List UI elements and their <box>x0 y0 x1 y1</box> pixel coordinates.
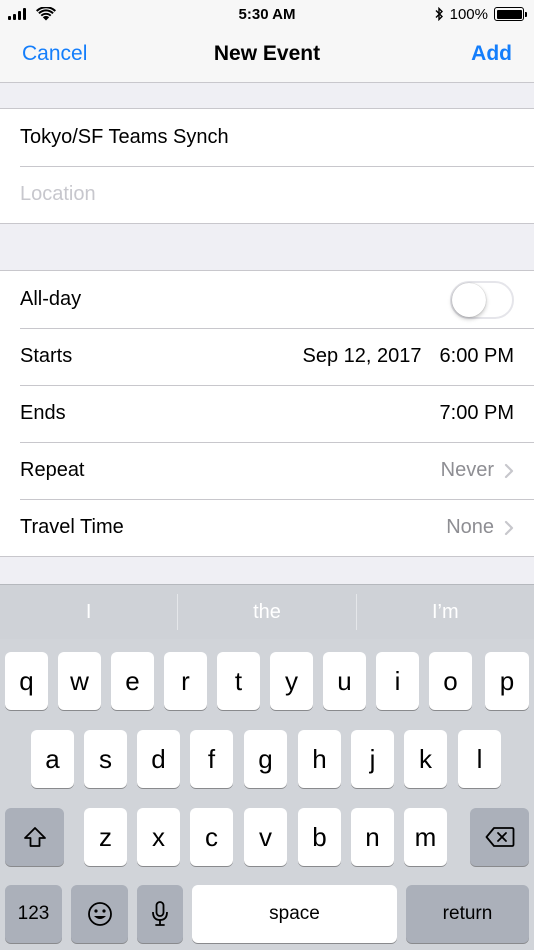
dictation-key[interactable] <box>137 885 183 943</box>
key-s[interactable]: s <box>84 730 127 788</box>
repeat-row[interactable]: Repeat Never <box>0 442 534 499</box>
travel-time-row[interactable]: Travel Time None <box>0 499 534 556</box>
all-day-label: All-day <box>20 288 82 310</box>
nav-bar: Cancel New Event Add <box>0 28 534 83</box>
shift-arrow-icon <box>23 827 46 847</box>
bluetooth-icon <box>435 7 443 21</box>
key-c[interactable]: c <box>190 808 233 866</box>
ends-value: 7:00 PM <box>440 402 514 425</box>
suggestion-3[interactable]: I’m <box>355 594 534 630</box>
battery-level-fill <box>496 9 522 19</box>
location-field[interactable]: Location <box>0 166 534 223</box>
ends-time: 7:00 PM <box>439 402 514 424</box>
key-a[interactable]: a <box>31 730 74 788</box>
battery-icon <box>494 7 527 21</box>
return-key[interactable]: return <box>406 885 529 943</box>
key-j[interactable]: j <box>351 730 394 788</box>
signal-strength-icon <box>8 8 26 20</box>
location-field-placeholder: Location <box>20 183 96 205</box>
key-t[interactable]: t <box>217 652 260 710</box>
key-x[interactable]: x <box>137 808 180 866</box>
microphone-icon <box>152 901 168 926</box>
travel-time-label: Travel Time <box>20 516 124 538</box>
delete-key[interactable] <box>470 808 529 866</box>
chevron-right-icon <box>504 463 514 478</box>
key-w[interactable]: w <box>58 652 101 710</box>
starts-time: 6:00 PM <box>439 345 514 367</box>
key-h[interactable]: h <box>298 730 341 788</box>
backspace-icon <box>485 827 514 847</box>
emoji-icon <box>87 902 112 926</box>
event-details-group: All-day Starts Sep 12, 2017 6:00 PM Ends… <box>0 270 534 557</box>
key-y[interactable]: y <box>270 652 313 710</box>
chevron-right-icon <box>504 520 514 535</box>
title-field-value: Tokyo/SF Teams Synch <box>20 126 229 148</box>
toggle-knob <box>452 282 486 317</box>
cancel-button[interactable]: Cancel <box>22 42 87 66</box>
numbers-key[interactable]: 123 <box>5 885 62 943</box>
key-v[interactable]: v <box>244 808 287 866</box>
shift-key[interactable] <box>5 808 64 866</box>
event-title-group: Tokyo/SF Teams Synch Location <box>0 108 534 224</box>
key-p[interactable]: p <box>485 652 529 710</box>
key-d[interactable]: d <box>137 730 180 788</box>
starts-row[interactable]: Starts Sep 12, 2017 6:00 PM <box>0 328 534 385</box>
emoji-key[interactable] <box>71 885 128 943</box>
battery-percent: 100% <box>449 5 488 23</box>
key-u[interactable]: u <box>323 652 366 710</box>
wifi-icon <box>36 7 56 21</box>
key-n[interactable]: n <box>351 808 394 866</box>
ends-row[interactable]: Ends 7:00 PM <box>0 385 534 442</box>
travel-time-value: None <box>446 516 494 538</box>
key-r[interactable]: r <box>164 652 207 710</box>
predictive-bar: I the I’m <box>0 585 534 639</box>
suggestion-1[interactable]: I <box>0 594 177 630</box>
all-day-toggle[interactable] <box>450 280 514 319</box>
key-e[interactable]: e <box>111 652 154 710</box>
repeat-label: Repeat <box>20 459 85 481</box>
status-bar: 5:30 AM 100% <box>0 0 534 28</box>
all-day-row: All-day <box>0 271 534 328</box>
starts-date: Sep 12, 2017 <box>302 345 422 367</box>
key-f[interactable]: f <box>190 730 233 788</box>
key-l[interactable]: l <box>458 730 501 788</box>
repeat-value: Never <box>440 459 494 481</box>
title-field[interactable]: Tokyo/SF Teams Synch <box>0 109 534 166</box>
key-z[interactable]: z <box>84 808 127 866</box>
key-b[interactable]: b <box>298 808 341 866</box>
ends-label: Ends <box>20 402 66 424</box>
starts-label: Starts <box>20 345 73 367</box>
status-left <box>8 7 56 21</box>
key-q[interactable]: q <box>5 652 48 710</box>
key-i[interactable]: i <box>376 652 419 710</box>
add-button[interactable]: Add <box>471 42 512 66</box>
key-m[interactable]: m <box>404 808 447 866</box>
key-o[interactable]: o <box>429 652 472 710</box>
space-key[interactable]: space <box>192 885 397 943</box>
status-right: 100% <box>434 5 527 23</box>
suggestion-2[interactable]: the <box>177 594 355 630</box>
keyboard: I the I’m q w e r t y u i o p a s d f g … <box>0 584 534 950</box>
key-k[interactable]: k <box>404 730 447 788</box>
starts-value: Sep 12, 2017 6:00 PM <box>303 345 514 368</box>
key-g[interactable]: g <box>244 730 287 788</box>
